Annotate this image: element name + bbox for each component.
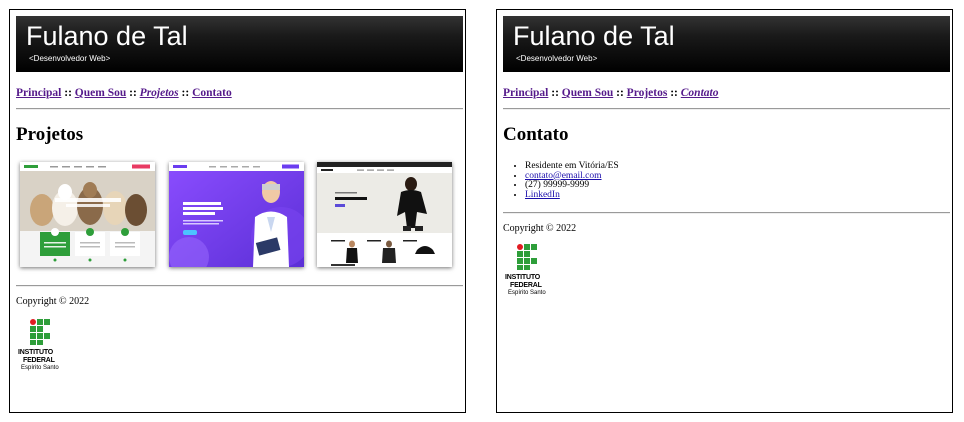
- divider: [16, 108, 463, 110]
- ifes-logo: INSTITUTO FEDERAL Espírito Santo: [18, 319, 78, 377]
- list-item: LinkedIn: [525, 190, 619, 201]
- nav-link-quem-sou[interactable]: Quem Sou: [75, 87, 126, 99]
- contact-page-window: Fulano de Tal <Desenvolvedor Web> Princi…: [496, 9, 953, 413]
- divider: [503, 212, 950, 214]
- nav-separator: ::: [616, 87, 624, 99]
- nav-separator: ::: [670, 87, 678, 99]
- divider: [503, 108, 950, 110]
- page-heading: Projetos: [16, 124, 84, 145]
- project-thumbnail-1[interactable]: [20, 162, 155, 267]
- contact-email-link[interactable]: contato@email.com: [525, 171, 602, 181]
- contact-linkedin-link[interactable]: LinkedIn: [525, 190, 560, 200]
- contact-list: Residente em Vitória/ES contato@email.co…: [516, 161, 619, 201]
- divider: [16, 285, 463, 287]
- nav-link-contato[interactable]: Contato: [192, 87, 232, 99]
- projects-page-window: Fulano de Tal <Desenvolvedor Web> Princi…: [9, 9, 466, 413]
- logo-subtext: Espírito Santo: [508, 290, 546, 296]
- nav-link-contato[interactable]: Contato: [681, 87, 719, 99]
- site-header: Fulano de Tal <Desenvolvedor Web>: [503, 16, 950, 72]
- page-heading: Contato: [503, 124, 569, 145]
- nav-separator: ::: [129, 87, 137, 99]
- nav-menu: Principal :: Quem Sou :: Projetos :: Con…: [16, 87, 232, 99]
- ifes-logo-icon: [30, 319, 56, 345]
- site-header: Fulano de Tal <Desenvolvedor Web>: [16, 16, 463, 72]
- nav-link-projetos[interactable]: Projetos: [140, 87, 179, 99]
- site-subtitle: <Desenvolvedor Web>: [29, 54, 111, 63]
- logo-text: INSTITUTO FEDERAL: [18, 349, 55, 364]
- nav-link-principal[interactable]: Principal: [503, 87, 548, 99]
- copyright: Copyright © 2022: [16, 296, 90, 307]
- nav-separator: ::: [181, 87, 190, 99]
- nav-link-principal[interactable]: Principal: [16, 87, 61, 99]
- ifes-logo: INSTITUTO FEDERAL Espírito Santo: [505, 244, 565, 302]
- nav-link-quem-sou[interactable]: Quem Sou: [562, 87, 613, 99]
- nav-menu: Principal :: Quem Sou :: Projetos :: Con…: [503, 87, 718, 99]
- site-title: Fulano de Tal: [26, 21, 188, 51]
- medical-website-screenshot-icon: [169, 162, 304, 267]
- fashion-store-screenshot-icon: [317, 162, 452, 267]
- nav-separator: ::: [64, 87, 72, 99]
- site-subtitle: <Desenvolvedor Web>: [516, 54, 598, 63]
- logo-text: INSTITUTO FEDERAL: [505, 274, 542, 289]
- copyright: Copyright © 2022: [503, 223, 577, 234]
- logo-subtext: Espírito Santo: [21, 365, 59, 371]
- pet-website-screenshot-icon: [20, 162, 155, 267]
- site-title: Fulano de Tal: [513, 21, 675, 51]
- nav-separator: ::: [551, 87, 559, 99]
- ifes-logo-icon: [517, 244, 543, 270]
- project-thumbnail-2[interactable]: [169, 162, 304, 267]
- project-thumbnail-3[interactable]: [317, 162, 452, 267]
- nav-link-projetos[interactable]: Projetos: [627, 87, 668, 99]
